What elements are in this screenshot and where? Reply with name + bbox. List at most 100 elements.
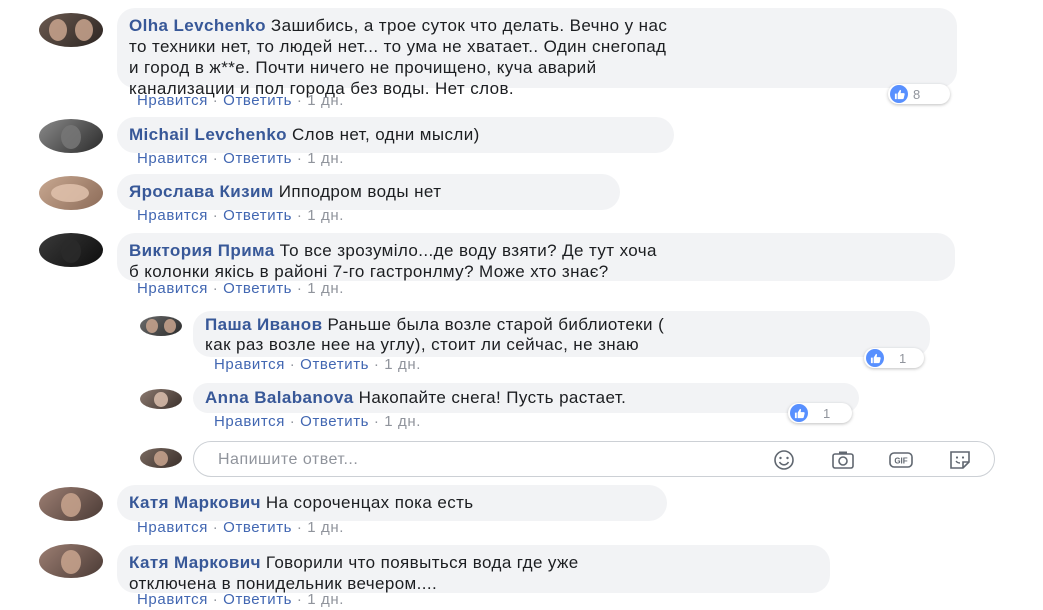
like-link[interactable]: Нравится	[137, 280, 208, 297]
like-link[interactable]: Нравится	[137, 207, 208, 224]
avatar[interactable]	[39, 487, 103, 521]
timestamp[interactable]: 1 дн.	[384, 356, 421, 373]
timestamp[interactable]: 1 дн.	[384, 413, 421, 430]
comment-author[interactable]: Виктория Прима	[129, 241, 275, 260]
reply-link[interactable]: Ответить	[300, 413, 369, 430]
comment-bubble: Olha Levchenko Зашибись, а трое суток что…	[117, 8, 957, 98]
timestamp[interactable]: 1 дн.	[307, 207, 344, 224]
reaction-count[interactable]: 8	[888, 84, 950, 104]
comment-author[interactable]: Катя Маркович	[129, 493, 261, 512]
reaction-count[interactable]: 1	[788, 403, 852, 423]
reply-author[interactable]: Паша Иванов	[205, 315, 322, 334]
sticker-icon[interactable]	[943, 448, 977, 472]
reply-link[interactable]: Ответить	[223, 92, 292, 109]
separator: ·	[212, 519, 219, 536]
avatar[interactable]	[39, 13, 103, 47]
timestamp[interactable]: 1 дн.	[307, 92, 344, 109]
like-icon	[890, 85, 908, 103]
avatar[interactable]	[39, 544, 103, 578]
timestamp[interactable]: 1 дн.	[307, 519, 344, 536]
comment-text: На сороченцах пока есть	[265, 493, 474, 512]
separator: ·	[373, 356, 380, 373]
like-icon	[790, 404, 808, 422]
comment-text: Слов нет, одни мысли)	[291, 125, 480, 144]
timestamp[interactable]: 1 дн.	[307, 280, 344, 297]
separator: ·	[296, 280, 303, 297]
comment-text: и город в ж**е. Почти ничего не прочищен…	[129, 58, 597, 77]
separator: ·	[296, 591, 303, 608]
reply-text: как раз возле нее на углу), стоит ли сей…	[205, 335, 640, 354]
like-link[interactable]: Нравится	[137, 591, 208, 608]
separator: ·	[296, 92, 303, 109]
reply-composer: GIF	[193, 441, 995, 478]
comment-author[interactable]: Michail Levchenko	[129, 125, 287, 144]
separator: ·	[212, 280, 219, 297]
like-link[interactable]: Нравится	[214, 413, 285, 430]
reply-actions: Нравится · Ответить · 1 дн.	[214, 413, 421, 430]
timestamp[interactable]: 1 дн.	[307, 591, 344, 608]
separator: ·	[212, 591, 219, 608]
reaction-count[interactable]: 1	[864, 348, 924, 368]
reply-bubble: Паша Иванов Раньше была возле старой библ…	[193, 311, 930, 357]
separator: ·	[296, 150, 303, 167]
separator: ·	[373, 413, 380, 430]
timestamp[interactable]: 1 дн.	[307, 150, 344, 167]
comment-author[interactable]: Olha Levchenko	[129, 16, 266, 35]
comment-text: Говорили что появыться вода где уже	[265, 553, 579, 572]
reaction-number: 8	[913, 86, 921, 102]
comment-bubble: Michail Levchenko Слов нет, одни мысли)	[117, 117, 674, 153]
reaction-number: 1	[823, 405, 831, 421]
comment-author[interactable]: Ярослава Кизим	[129, 182, 274, 201]
comment-text: То все зрозуміло...де воду взяти? Де тут…	[279, 241, 657, 260]
separator: ·	[212, 150, 219, 167]
comment-text: б колонки якісь в районі 7-го гастронлму…	[129, 262, 609, 281]
comment-actions: Нравится · Ответить · 1 дн.	[137, 207, 344, 224]
current-user-avatar	[140, 448, 182, 468]
comment-actions: Нравится · Ответить · 1 дн.	[137, 150, 344, 167]
separator: ·	[296, 519, 303, 536]
comment-bubble: Катя Маркович Говорили что появыться вода…	[117, 545, 830, 593]
separator: ·	[289, 356, 296, 373]
comment-bubble: Катя Маркович На сороченцах пока есть	[117, 485, 667, 521]
gif-icon[interactable]: GIF	[884, 448, 918, 472]
reply-link[interactable]: Ответить	[223, 280, 292, 297]
comment-actions: Нравится · Ответить · 1 дн.	[137, 280, 344, 297]
reply-link[interactable]: Ответить	[223, 591, 292, 608]
comment-actions: Нравится · Ответить · 1 дн.	[137, 591, 344, 608]
reply-link[interactable]: Ответить	[223, 519, 292, 536]
avatar[interactable]	[140, 316, 182, 336]
camera-icon[interactable]	[826, 448, 860, 472]
separator: ·	[296, 207, 303, 224]
reply-link[interactable]: Ответить	[300, 356, 369, 373]
avatar[interactable]	[39, 176, 103, 210]
reply-text: Раньше была возле старой библиотеки (	[327, 315, 665, 334]
comment-text: то техники нет, то людей нет... то ума н…	[129, 37, 667, 56]
avatar[interactable]	[39, 233, 103, 267]
reply-text: Накопайте снега! Пусть растает.	[358, 388, 627, 407]
like-link[interactable]: Нравится	[137, 519, 208, 536]
separator: ·	[212, 207, 219, 224]
comment-bubble: Ярослава Кизим Ипподром воды нет	[117, 174, 620, 210]
separator: ·	[289, 413, 296, 430]
separator: ·	[212, 92, 219, 109]
reply-author[interactable]: Anna Balabanova	[205, 388, 354, 407]
comment-text: Ипподром воды нет	[278, 182, 442, 201]
svg-text:GIF: GIF	[894, 457, 907, 466]
comment-author[interactable]: Катя Маркович	[129, 553, 261, 572]
reply-input[interactable]	[216, 442, 760, 478]
comment-text: Зашибись, а трое суток что делать. Вечно…	[270, 16, 668, 35]
avatar[interactable]	[39, 119, 103, 153]
comment-bubble: Виктория Прима То все зрозуміло...де воду…	[117, 233, 955, 281]
avatar[interactable]	[140, 389, 182, 409]
like-icon	[866, 349, 884, 367]
reply-link[interactable]: Ответить	[223, 150, 292, 167]
reply-link[interactable]: Ответить	[223, 207, 292, 224]
comment-actions: Нравится · Ответить · 1 дн.	[137, 519, 344, 536]
reply-actions: Нравится · Ответить · 1 дн.	[214, 356, 421, 373]
reply-bubble: Anna Balabanova Накопайте снега! Пусть ра…	[193, 383, 859, 413]
like-link[interactable]: Нравится	[137, 92, 208, 109]
like-link[interactable]: Нравится	[137, 150, 208, 167]
emoji-icon[interactable]	[767, 448, 801, 472]
like-link[interactable]: Нравится	[214, 356, 285, 373]
reaction-number: 1	[899, 350, 907, 366]
